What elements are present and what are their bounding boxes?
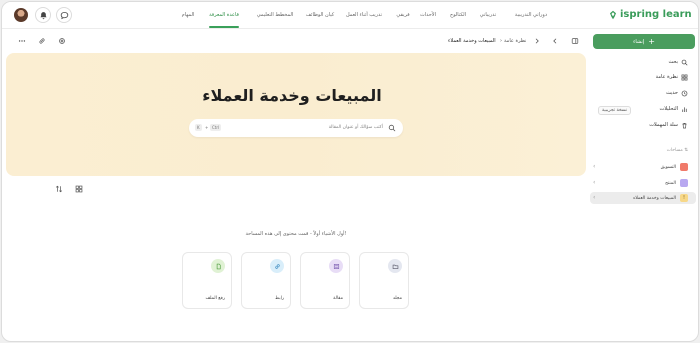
space-product[interactable]: ‹ المنتج [590, 177, 696, 189]
toggle-sidebar-button[interactable] [570, 36, 580, 46]
upload-file-card[interactable]: رفع الملف [182, 252, 232, 309]
card-label: مقالة [333, 296, 343, 301]
forward-button[interactable] [550, 36, 560, 46]
chat-button[interactable] [56, 7, 72, 23]
back-button[interactable] [532, 36, 542, 46]
ispring-learn-logo[interactable]: ispring learn [608, 9, 692, 20]
sort-order-icon[interactable] [55, 185, 63, 193]
chevron-left-icon[interactable]: ‹ [593, 163, 595, 170]
search-icon [388, 124, 396, 132]
link-icon [270, 259, 284, 273]
spaces-section-label: مساحات ⇅ [666, 148, 688, 153]
space-hero-banner [6, 53, 586, 176]
card-label: رفع الملف [205, 296, 225, 301]
create-button-label: إنشاء [633, 38, 645, 45]
space-sales-customer-service[interactable]: ‹ المبيعات وخدمة العملاء ! [590, 192, 696, 204]
nav-events[interactable]: الأحداث [420, 12, 436, 18]
nav-my-team[interactable]: فريقي [396, 12, 409, 18]
space-color-square [680, 179, 688, 187]
chevron-left-icon [553, 38, 557, 44]
chat-bubble-icon [60, 11, 68, 19]
space-color-square: ! [680, 194, 688, 202]
grid-icon [681, 74, 688, 81]
sidebar-item-label: سلة المهملات [649, 122, 678, 128]
sidebar-item-trash[interactable]: سلة المهملات [649, 120, 688, 130]
copy-link-button[interactable] [37, 36, 47, 46]
space-settings-button[interactable] [57, 36, 67, 46]
sidebar-item-label: حديث [665, 90, 678, 96]
nav-learning-planner[interactable]: المخطط التعليمي [257, 12, 294, 18]
more-options-button[interactable] [17, 36, 27, 46]
breadcrumb-separator: › [500, 38, 502, 44]
space-marketing[interactable]: ‹ التسويق [590, 161, 696, 173]
gear-icon [59, 38, 65, 44]
app-window: دوراتي التدريبية تدريباتي الكتالوج الأحد… [1, 1, 699, 342]
sidebar-item-analytics[interactable]: التحليلات [659, 104, 688, 114]
page-title: المبيعات وخدمة العملاء [202, 86, 382, 105]
link-icon [39, 38, 45, 44]
active-tab-indicator [209, 26, 239, 28]
card-label: مجلد [392, 296, 402, 301]
search-placeholder: أكتب سؤالك أو عنوان المقالة [328, 125, 383, 130]
shortcut-ctrl: Ctrl [210, 124, 222, 131]
space-color-square [680, 163, 688, 171]
shortcut-plus: + [205, 125, 209, 130]
sidebar-toggle-icon [571, 38, 579, 44]
breadcrumb-current: المبيعات وخدمة العملاء [448, 38, 496, 44]
nav-my-courses[interactable]: دوراتي التدريبية [515, 12, 547, 18]
sidebar-item-label: بحث [668, 59, 678, 65]
notifications-button[interactable] [35, 7, 51, 23]
sort-icon[interactable]: ⇅ [684, 148, 688, 153]
search-icon [681, 59, 688, 66]
trial-badge: نسخة تجريبية [598, 106, 632, 115]
article-icon [329, 259, 343, 273]
nav-my-trainings[interactable]: تدريباتي [480, 12, 496, 18]
sidebar-item-label: التحليلات [659, 106, 678, 112]
sidebar-item-label: نظرة عامة [655, 74, 678, 80]
create-folder-card[interactable]: مجلد [359, 252, 409, 309]
more-dots-icon [18, 40, 26, 42]
breadcrumb-overview[interactable]: نظرة عامة [504, 38, 526, 44]
space-label: التسويق [660, 164, 676, 170]
bell-icon [39, 11, 47, 19]
chevron-left-icon[interactable]: ‹ [593, 179, 595, 186]
nav-tasks[interactable]: المهام [182, 12, 195, 18]
ispring-logo-icon [610, 10, 616, 19]
shortcut-k: K [195, 124, 202, 131]
top-navigation-bar: دوراتي التدريبية تدريباتي الكتالوج الأحد… [2, 2, 698, 29]
nav-job-profiles[interactable]: كيان الوظائف [306, 12, 334, 18]
create-link-card[interactable]: رابط [241, 252, 291, 309]
logo-text: ispring learn [620, 9, 692, 20]
trash-icon [681, 122, 688, 129]
grid-view-icon[interactable] [75, 185, 83, 193]
space-label: المبيعات وخدمة العملاء [633, 195, 676, 201]
chevron-left-icon[interactable]: ‹ [593, 194, 595, 201]
space-label: المنتج [665, 180, 676, 186]
knowledge-search-input[interactable]: أكتب سؤالك أو عنوان المقالة Ctrl + K [189, 119, 403, 137]
sidebar-item-recent[interactable]: حديث [666, 88, 688, 98]
create-article-card[interactable]: مقالة [300, 252, 350, 309]
empty-state-message: أول الأشياء أولاً - قمت محتوى إلى هذه ال… [245, 231, 347, 237]
nav-knowledge-base[interactable]: قاعدة المعرفة [209, 12, 239, 18]
nav-on-the-job-training[interactable]: تدريب أثناء العمل [346, 12, 382, 18]
folder-icon [388, 259, 402, 273]
avatar[interactable] [14, 8, 28, 22]
analytics-icon [681, 106, 688, 113]
upload-file-icon [211, 259, 225, 273]
create-button[interactable]: إنشاء + [593, 34, 695, 49]
chevron-right-icon [535, 38, 539, 44]
clock-icon [681, 90, 688, 97]
nav-catalog[interactable]: الكتالوج [450, 12, 466, 18]
sidebar-item-search[interactable]: بحث [668, 57, 688, 67]
card-label: رابط [275, 296, 284, 301]
plus-icon: + [648, 36, 655, 46]
sidebar-item-overview[interactable]: نظرة عامة [656, 72, 688, 82]
